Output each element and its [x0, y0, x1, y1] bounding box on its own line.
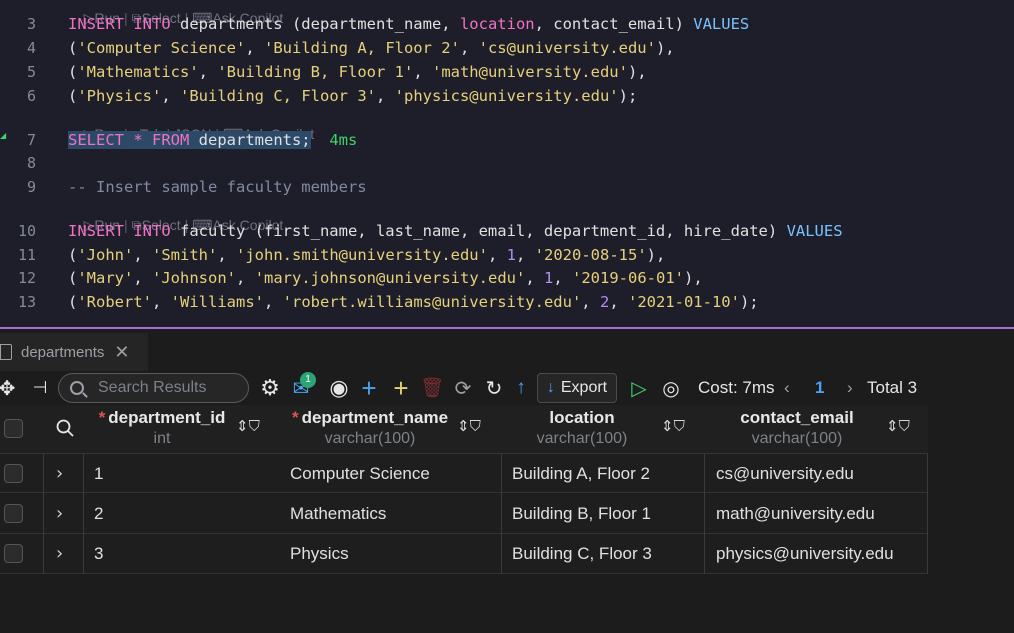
search-icon: [70, 381, 84, 395]
code-line-9: 9 -- Insert sample faculty members: [0, 175, 1014, 199]
tab-departments[interactable]: departments ✕: [0, 333, 148, 371]
cell-department-id[interactable]: 2: [94, 494, 103, 534]
move-icon[interactable]: ✥: [0, 371, 16, 405]
line-number: 4: [26, 39, 36, 57]
code-line-4: 4 ('Computer Science', 'Building A, Floo…: [0, 36, 1014, 60]
code-line-11: 11 ('John', 'Smith', 'john.smith@univers…: [0, 243, 1014, 267]
table-row[interactable]: › 1 Computer Science Building A, Floor 2…: [0, 453, 928, 494]
tab-label: departments: [21, 343, 105, 361]
query-duration: 4ms: [329, 131, 358, 149]
gear-icon[interactable]: ⚙: [258, 371, 282, 405]
sort-filter-icon[interactable]: ⇕⛉: [457, 417, 481, 435]
code-line-5: 5 ('Mathematics', 'Building B, Floor 1',…: [0, 60, 1014, 84]
cell-department-name[interactable]: Mathematics: [290, 494, 386, 534]
eye-icon[interactable]: ◎: [657, 371, 685, 405]
line-number: 13: [17, 293, 36, 311]
cell-department-id[interactable]: 3: [94, 534, 103, 574]
line-number: 3: [26, 15, 36, 33]
cell-location[interactable]: Building B, Floor 1: [512, 494, 651, 534]
column-header-location[interactable]: location varchar(100): [512, 405, 652, 453]
codelens-insert-departments: ▷Run | ⧉Select | ⌨Ask Copilot: [83, 10, 284, 26]
sort-filter-icon[interactable]: ⇕⛉: [661, 417, 685, 435]
line-number: 6: [26, 87, 36, 105]
column-header-department-name[interactable]: * department_name varchar(100): [287, 405, 453, 453]
query-cost: Cost: 7ms: [698, 378, 775, 397]
row-checkbox[interactable]: [4, 464, 23, 483]
expand-chevron-icon[interactable]: ›: [56, 494, 63, 534]
cell-contact-email[interactable]: math@university.edu: [716, 494, 875, 534]
cell-location[interactable]: Building A, Floor 2: [512, 454, 650, 494]
sort-filter-icon[interactable]: ⇕⛉: [886, 417, 910, 435]
cell-department-name[interactable]: Physics: [290, 534, 349, 574]
line-number: 8: [26, 154, 36, 172]
code-line-7: 7 SELECT * FROM departments; 4ms: [0, 128, 1014, 152]
table-icon: [0, 344, 12, 360]
refresh-icon[interactable]: ↻: [483, 371, 505, 405]
results-toolbar: ✥ ⊣ ⚙ ✉ 1 ◉ + + 🗑 ⟳ ↻ ↑ ↓ Export ▷ ◎ Cos…: [0, 371, 1014, 405]
expand-chevron-icon[interactable]: ›: [56, 534, 63, 574]
close-icon[interactable]: ✕: [114, 342, 129, 363]
row-checkbox[interactable]: [4, 504, 23, 523]
arrow-up-icon[interactable]: ↑: [512, 371, 530, 405]
cell-department-name[interactable]: Computer Science: [290, 454, 430, 494]
line-number: 9: [26, 178, 36, 196]
table-row[interactable]: › 3 Physics Building C, Floor 3 physics@…: [0, 534, 928, 574]
add-row-icon[interactable]: +: [389, 371, 413, 405]
code-line-12: 12 ('Mary', 'Johnson', 'mary.johnson@uni…: [0, 266, 1014, 290]
results-panel: departments ✕ ✥ ⊣ ⚙ ✉ 1 ◉ + + 🗑 ⟳ ↻ ↑ ↓ …: [0, 329, 1014, 633]
export-button[interactable]: ↓ Export: [537, 373, 617, 403]
code-line-3: 3 INSERT INTO departments (department_na…: [0, 12, 1014, 36]
select-all-checkbox[interactable]: [4, 419, 23, 438]
sql-editor[interactable]: ▷Run | ⧉Select | ⌨Ask Copilot 3 INSERT INTO …: [0, 0, 1014, 327]
code-line-8: 8: [0, 151, 1014, 175]
required-marker: *: [98, 408, 106, 427]
arrow-down-icon: ↓: [546, 379, 555, 396]
chevron-right-icon[interactable]: ›: [847, 371, 853, 405]
page-number: 1: [815, 378, 825, 397]
total-count: Total 3: [867, 378, 918, 397]
add-column-icon[interactable]: +: [357, 371, 381, 405]
column-header-department-id[interactable]: * department_id int: [92, 405, 232, 453]
sort-filter-icon[interactable]: ⇕⛉: [236, 417, 260, 435]
line-number: 10: [17, 222, 36, 240]
search-results-field[interactable]: [58, 373, 249, 403]
trash-icon[interactable]: 🗑: [420, 371, 444, 405]
cell-department-id[interactable]: 1: [94, 454, 103, 494]
line-number: 7: [26, 131, 36, 149]
cell-location[interactable]: Building C, Floor 3: [512, 534, 652, 574]
code-line-6: 6 ('Physics', 'Building C, Floor 3', 'ph…: [0, 84, 1014, 108]
codelens-insert-faculty: ▷Run | ⧉Select | ⌨Ask Copilot: [83, 217, 284, 233]
line-number: 5: [26, 63, 36, 81]
expand-chevron-icon[interactable]: ›: [56, 454, 63, 494]
user-icon[interactable]: ◉: [326, 371, 352, 405]
search-icon[interactable]: [56, 419, 74, 437]
cell-contact-email[interactable]: cs@university.edu: [716, 454, 854, 494]
line-number: 12: [17, 269, 36, 287]
required-marker: *: [291, 408, 299, 427]
pin-icon[interactable]: ⊣: [29, 371, 51, 405]
line-number: 11: [17, 246, 36, 264]
code-line-13: 13 ('Robert', 'Williams', 'robert.willia…: [0, 290, 1014, 314]
play-icon[interactable]: ▷: [627, 371, 651, 405]
search-input[interactable]: [98, 379, 248, 397]
table-row[interactable]: › 2 Mathematics Building B, Floor 1 math…: [0, 494, 928, 534]
sync-icon[interactable]: ⟳: [452, 371, 474, 405]
codelens-select-departments: ▷Run|+Tab|JSON|⌨Ask Copilot: [68, 110, 315, 142]
cell-contact-email[interactable]: physics@university.edu: [716, 534, 894, 574]
grid-header: * department_id int ⇕⛉ * department_name v…: [0, 405, 928, 453]
code-line-10: 10 INSERT INTO faculty (first_name, last…: [0, 219, 1014, 243]
column-header-contact-email[interactable]: contact_email varchar(100): [727, 405, 867, 453]
notification-badge: 1: [300, 372, 316, 388]
chevron-left-icon[interactable]: ‹: [784, 371, 790, 405]
row-checkbox[interactable]: [4, 544, 23, 563]
